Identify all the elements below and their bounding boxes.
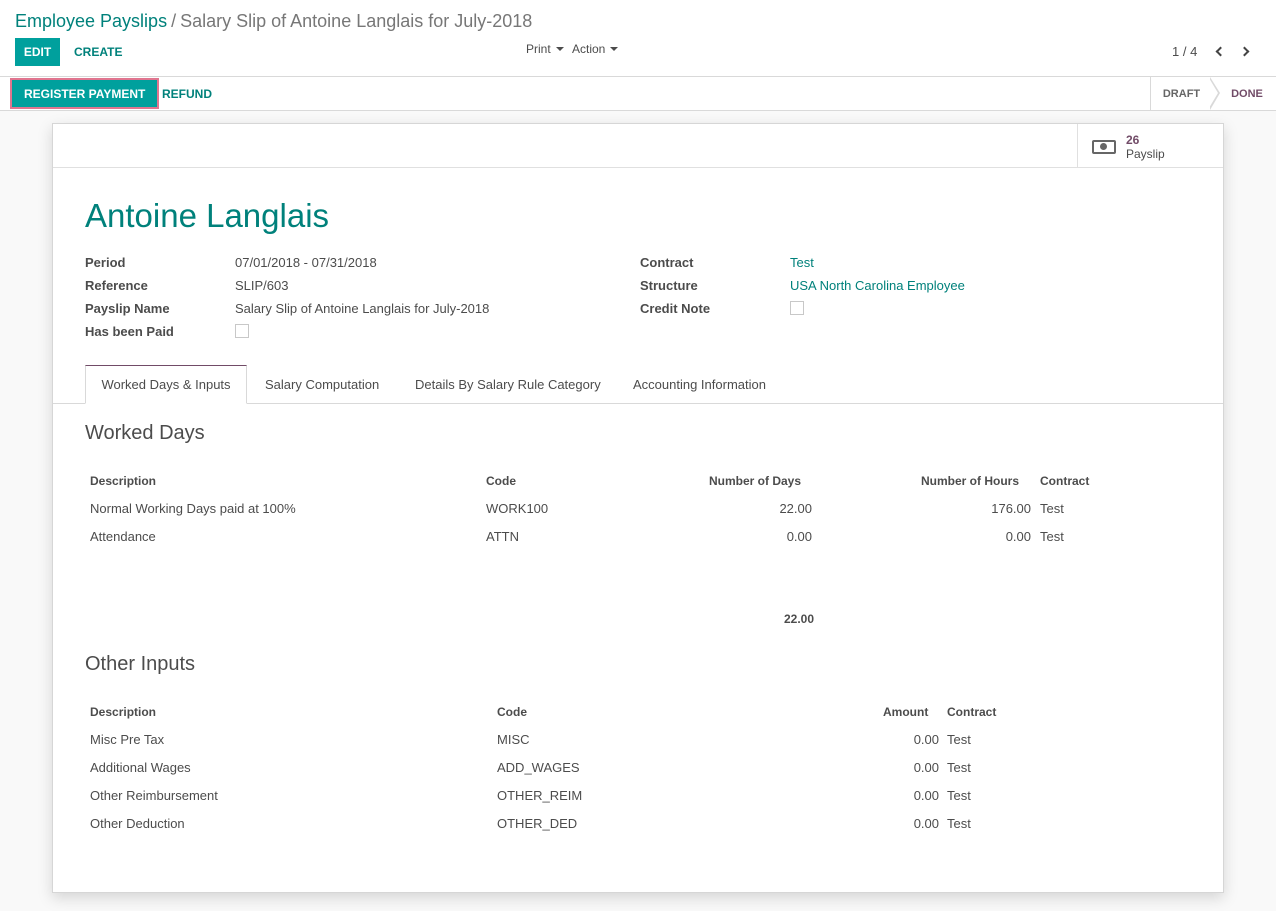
structure-label: Structure — [640, 278, 698, 293]
tab-details-by-salary-rule-category[interactable]: Details By Salary Rule Category — [415, 365, 601, 404]
edit-button[interactable]: EDIT — [15, 38, 60, 66]
period-value[interactable]: 07/01/2018 - 07/31/2018 — [235, 255, 377, 270]
table-cell[interactable]: Other Reimbursement — [90, 788, 218, 803]
action-dropdown-label: Action — [572, 42, 606, 56]
table-cell[interactable]: ADD_WAGES — [497, 760, 580, 775]
column-header[interactable]: Number of Hours — [921, 474, 1019, 488]
table-cell[interactable]: Test — [947, 760, 971, 775]
worked-days-total: 22.00 — [783, 612, 814, 626]
period-label: Period — [85, 255, 126, 270]
tab-salary-computation[interactable]: Salary Computation — [265, 365, 379, 404]
table-cell[interactable]: Attendance — [90, 529, 156, 544]
table-cell[interactable]: 22.00 — [713, 501, 812, 516]
chevron-right-icon — [1239, 46, 1250, 56]
structure-link[interactable]: USA North Carolina Employee — [790, 278, 965, 293]
caret-down-icon — [555, 47, 564, 51]
column-header[interactable]: Description — [90, 705, 156, 719]
pager-next-button[interactable] — [1237, 41, 1255, 61]
table-cell[interactable]: ATTN — [486, 529, 519, 544]
reference-label: Reference — [85, 278, 148, 293]
breadcrumb-employee-payslips[interactable]: Employee Payslips — [15, 11, 167, 31]
table-cell[interactable]: 176.00 — [933, 501, 1031, 516]
table-cell[interactable]: MISC — [497, 732, 530, 747]
column-header[interactable]: Contract — [947, 705, 996, 719]
credit-note-label: Credit Note — [640, 301, 711, 316]
table-cell[interactable]: 0.00 — [873, 732, 939, 747]
table-cell[interactable]: Other Deduction — [90, 816, 185, 831]
payslip-label: Payslip — [1126, 147, 1165, 161]
tab-accounting-information[interactable]: Accounting Information — [633, 365, 766, 404]
column-header[interactable]: Number of Days — [709, 474, 801, 488]
breadcrumb: Employee Payslips / Salary Slip of Antoine… — [15, 10, 532, 32]
table-cell[interactable]: 0.00 — [713, 529, 812, 544]
table-cell[interactable]: Test — [947, 788, 971, 803]
column-header[interactable]: Code — [497, 705, 527, 719]
reference-value[interactable]: SLIP/603 — [235, 278, 289, 293]
pager-value[interactable]: 1 / 4 — [1172, 44, 1197, 59]
form-sheet: 26 Payslip Antoine Langlais Period 07/01… — [52, 123, 1224, 893]
caret-down-icon — [610, 47, 619, 51]
print-dropdown[interactable]: Print — [526, 42, 564, 56]
table-cell[interactable]: Test — [1040, 501, 1064, 516]
table-cell[interactable]: Normal Working Days paid at 100% — [90, 501, 296, 516]
pager-previous-button[interactable] — [1210, 41, 1228, 61]
breadcrumb-current: Salary Slip of Antoine Langlais for July… — [180, 11, 533, 31]
chevron-left-icon — [1215, 46, 1226, 56]
breadcrumb-separator: / — [171, 11, 177, 31]
employee-name[interactable]: Antoine Langlais — [85, 197, 329, 235]
column-header[interactable]: Contract — [1040, 474, 1089, 488]
tab-worked-days-inputs[interactable]: Worked Days & Inputs — [85, 365, 247, 404]
table-cell[interactable]: 0.00 — [873, 788, 939, 803]
payslip-smart-button[interactable]: 26 Payslip — [1077, 124, 1223, 168]
stage-arrow-icon — [1209, 77, 1220, 110]
stage-done[interactable]: DONE — [1222, 77, 1272, 110]
contract-label: Contract — [640, 255, 694, 270]
payslip-name-label: Payslip Name — [85, 301, 170, 316]
table-cell[interactable]: 0.00 — [873, 816, 939, 831]
credit-note-checkbox[interactable] — [790, 301, 804, 315]
refund-button[interactable]: REFUND — [162, 80, 212, 107]
register-payment-button[interactable]: REGISTER PAYMENT — [9, 78, 160, 109]
stage-draft[interactable]: DRAFT — [1150, 77, 1212, 110]
has-been-paid-label: Has been Paid — [85, 324, 174, 339]
action-dropdown[interactable]: Action — [572, 42, 619, 56]
create-button[interactable]: CREATE — [74, 38, 122, 66]
money-icon — [1092, 140, 1116, 154]
column-header[interactable]: Code — [486, 474, 516, 488]
table-cell[interactable]: OTHER_DED — [497, 816, 577, 831]
print-dropdown-label: Print — [526, 42, 551, 56]
control-panel: Employee Payslips / Salary Slip of Antoine… — [0, 0, 1276, 77]
table-cell[interactable]: Additional Wages — [90, 760, 191, 775]
column-header[interactable]: Amount — [883, 705, 928, 719]
contract-link[interactable]: Test — [790, 255, 814, 270]
table-cell[interactable]: OTHER_REIM — [497, 788, 582, 803]
table-cell[interactable]: Test — [947, 732, 971, 747]
other-inputs-title: Other Inputs — [85, 653, 196, 675]
worked-days-title: Worked Days — [85, 422, 205, 444]
payslip-count: 26 — [1126, 133, 1140, 147]
table-cell[interactable]: 0.00 — [933, 529, 1031, 544]
table-cell[interactable]: Misc Pre Tax — [90, 732, 164, 747]
table-cell[interactable]: Test — [947, 816, 971, 831]
table-cell[interactable]: WORK100 — [486, 501, 548, 516]
table-cell[interactable]: 0.00 — [873, 760, 939, 775]
statusbar: REGISTER PAYMENT REFUND DRAFT DONE — [0, 77, 1276, 111]
has-been-paid-checkbox[interactable] — [235, 324, 249, 338]
column-header[interactable]: Description — [90, 474, 156, 488]
payslip-smart-button-text: 26 Payslip — [1126, 133, 1165, 161]
button-box: 26 Payslip — [53, 124, 1223, 168]
table-cell[interactable]: Test — [1040, 529, 1064, 544]
payslip-name-value[interactable]: Salary Slip of Antoine Langlais for July… — [235, 301, 489, 316]
